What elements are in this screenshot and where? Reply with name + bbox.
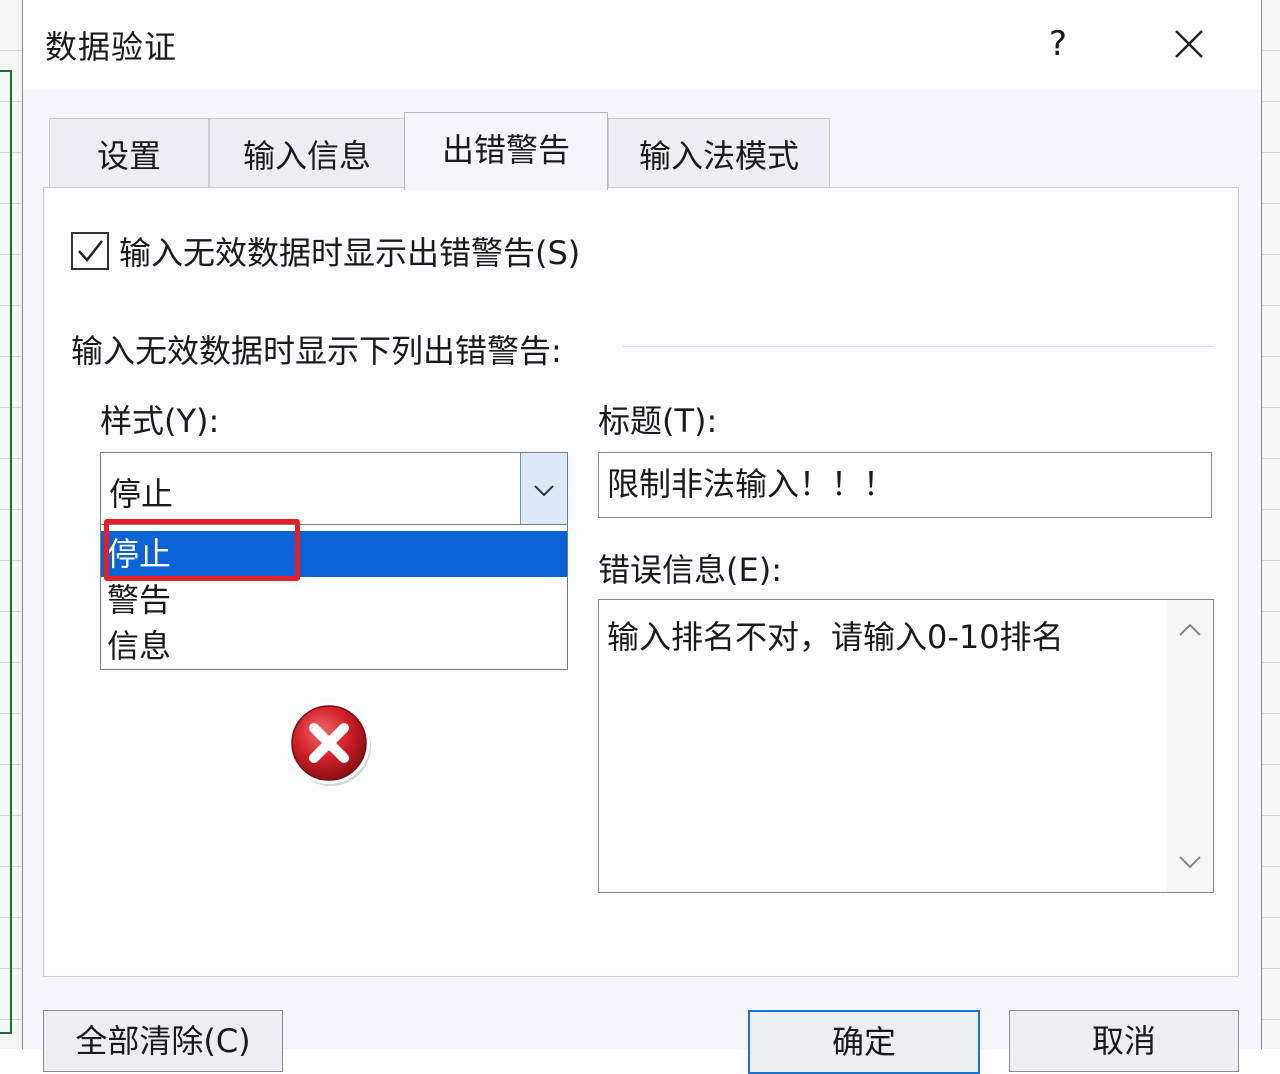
cancel-button[interactable]: 取消	[1009, 1010, 1239, 1072]
style-label: 样式(Y):	[100, 402, 220, 440]
close-icon[interactable]	[1173, 28, 1205, 60]
title-label: 标题(T):	[598, 402, 718, 440]
tab-settings[interactable]: 设置	[49, 118, 209, 189]
ok-button[interactable]: 确定	[748, 1010, 980, 1074]
clear-all-button[interactable]: 全部清除(C)	[43, 1010, 283, 1072]
stop-error-icon	[288, 702, 371, 786]
chevron-up-icon[interactable]	[1167, 610, 1213, 650]
show-error-alert-checkbox[interactable]	[71, 232, 109, 270]
error-message-scrollbar[interactable]	[1167, 600, 1213, 892]
style-option-info[interactable]: 信息	[101, 623, 567, 669]
tab-error-alert[interactable]: 出错警告	[404, 112, 608, 190]
show-error-alert-label[interactable]: 输入无效数据时显示出错警告(S)	[119, 228, 580, 274]
style-select-value: 停止	[109, 475, 174, 513]
chevron-down-icon[interactable]	[1167, 842, 1213, 882]
style-dropdown-button[interactable]	[520, 453, 567, 525]
group-separator	[623, 346, 1213, 347]
tab-ime-mode[interactable]: 输入法模式	[608, 118, 830, 189]
alert-group-label: 输入无效数据时显示下列出错警告:	[71, 332, 562, 370]
title-input[interactable]: 限制非法输入！！！	[598, 452, 1212, 518]
style-select[interactable]: 停止	[100, 452, 568, 526]
error-message-label: 错误信息(E):	[598, 551, 782, 589]
tab-input-message[interactable]: 输入信息	[209, 118, 405, 189]
error-message-text: 输入排名不对，请输入0-10排名	[607, 618, 1064, 656]
checkmark-icon	[78, 240, 103, 262]
data-validation-dialog: 数据验证 ? 设置 输入信息 出错警告 输入法模式 输入无效数据时显示出错警告(…	[22, 0, 1262, 1074]
help-button[interactable]: ?	[1043, 22, 1073, 66]
cell-selection-border	[0, 70, 12, 1034]
highlight-annotation-box	[104, 519, 300, 581]
style-option-warning[interactable]: 警告	[101, 577, 567, 623]
error-message-textarea[interactable]: 输入排名不对，请输入0-10排名	[598, 599, 1214, 893]
spreadsheet-background-left	[0, 0, 23, 1049]
title-bar: 数据验证 ?	[23, 0, 1261, 90]
chevron-down-icon	[534, 485, 554, 497]
spreadsheet-background-right	[1259, 0, 1280, 1049]
dialog-title: 数据验证	[45, 28, 178, 66]
